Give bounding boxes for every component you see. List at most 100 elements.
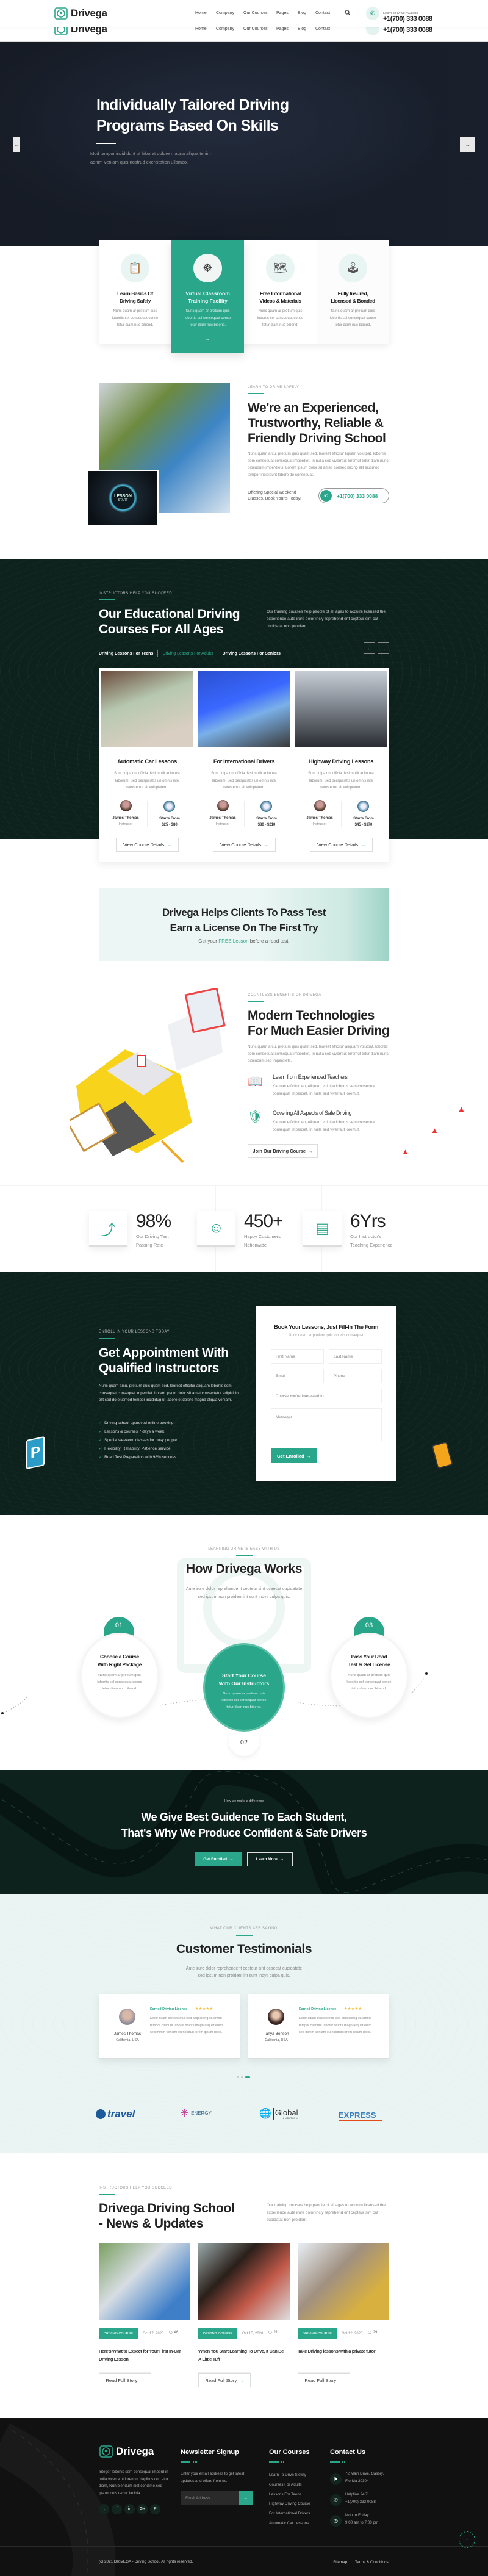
carousel-dot[interactable] (241, 2076, 243, 2078)
newsletter-email-input[interactable]: Email Address... (181, 2491, 239, 2505)
hero-next-arrow-icon[interactable]: → (460, 137, 475, 152)
logo[interactable]: Drivega (54, 7, 107, 20)
carousel-dots (237, 2076, 250, 2078)
arrow-right-icon[interactable]: → (171, 336, 244, 342)
post-category-tag[interactable]: Driving Course (99, 2328, 138, 2339)
price-range: $45 - $170 (354, 823, 373, 827)
phone-input[interactable]: Phone (329, 1369, 382, 1383)
course-image[interactable] (295, 671, 387, 747)
courses-prev-arrow-icon[interactable]: ← (364, 642, 375, 654)
last-name-input[interactable]: Last Name (329, 1349, 382, 1364)
post-title[interactable]: Here's What to Expect for Your First In-… (99, 2347, 184, 2363)
search-icon[interactable] (345, 10, 351, 16)
footer-course-link[interactable]: Courses For Adults (269, 2480, 310, 2490)
tab-seniors[interactable]: Driving Lessons For Seniors (223, 652, 281, 656)
testimonial-location: California, USA (116, 2038, 139, 2042)
post-image[interactable] (198, 2243, 290, 2320)
footer-course-link[interactable]: Automatic Car Lessons (269, 2519, 310, 2528)
nav-company[interactable]: Company (216, 27, 234, 31)
tab-adults[interactable]: Driving Lessons For Adults (162, 652, 213, 656)
message-textarea[interactable]: Massage (271, 1408, 382, 1441)
read-full-story-button[interactable]: Read Full Story → (99, 2373, 151, 2387)
course-title[interactable]: Automatic Car Lessons (101, 758, 193, 765)
feature-text: Nunc quam ar pretium quis lobortis sel c… (257, 309, 304, 327)
post-category-tag[interactable]: Driving Course (198, 2328, 237, 2339)
how-sub: Aute irure dolor reprehenderit cepteur s… (185, 1587, 303, 1591)
view-course-details-button[interactable]: View Course Details → (310, 838, 373, 852)
footer-course-link[interactable]: Highway Driving Course (269, 2499, 310, 2509)
google-plus-icon[interactable]: G+ (137, 2504, 148, 2514)
feature-card[interactable]: 📋 Learn Basics Of Driving Safely Nunc qua… (99, 240, 171, 344)
carousel-dot-active[interactable] (245, 2076, 250, 2078)
post-image[interactable] (99, 2243, 190, 2320)
sticky-logo[interactable]: Drivega (54, 27, 107, 35)
post-title[interactable]: When You Start Learning To Drive, It Can… (198, 2347, 284, 2363)
header-phone[interactable]: +1(700) 333 0088 (383, 15, 432, 23)
get-enrolled-button[interactable]: Get Enrolled → (195, 1852, 242, 1866)
learn-more-button[interactable]: Learn More → (247, 1852, 293, 1866)
courses-next-arrow-icon[interactable]: → (378, 642, 389, 654)
free-lesson-link[interactable]: FREE Lesson (218, 938, 248, 944)
first-name-input[interactable]: First Name (271, 1349, 324, 1364)
footer-course-link[interactable]: Learn To Drive Slowly (269, 2470, 310, 2480)
location-flag-icon: ⚑ (330, 2473, 342, 2485)
offer-text: Classes, Book Your's Today! (248, 496, 301, 501)
terms-link[interactable]: Terms & Conditions (355, 2560, 389, 2564)
divider (236, 1935, 253, 1936)
read-full-story-button[interactable]: Read Full Story → (198, 2373, 251, 2387)
feature-card[interactable]: 🗺 Free Informational Videos & Materials N… (244, 240, 317, 344)
pinterest-icon[interactable]: P (150, 2504, 160, 2514)
stat-label: Our Driving Test (136, 1234, 169, 1239)
nav-company[interactable]: Company (216, 11, 234, 15)
linkedin-icon[interactable]: in (124, 2504, 135, 2514)
nav-home[interactable]: Home (195, 27, 207, 31)
feature-card[interactable]: 🕹 Fully Insured, Licensed & Bonded Nunc q… (317, 240, 389, 344)
email-input[interactable]: Email (271, 1369, 324, 1383)
feature-title: Training Facility (188, 298, 228, 304)
course-title[interactable]: For International Drivers (198, 758, 290, 765)
join-course-button[interactable]: Join Our Driving Course → (248, 1144, 318, 1158)
testimonials-sub: sed ipsum non proident int sunt indys cu… (198, 1974, 290, 1978)
view-course-details-button[interactable]: View Course Details → (213, 838, 276, 852)
step-text: Nunc quam ar pretium quis lobortis sel c… (97, 1674, 142, 1691)
footer-logo[interactable]: Drivega (99, 2445, 154, 2458)
post-title[interactable]: Take Driving lessons with a private tuto… (298, 2347, 383, 2355)
newsletter-submit-arrow-icon[interactable]: → (239, 2491, 253, 2505)
nav-our-courses[interactable]: Our Courses (243, 11, 268, 15)
feature-card-active[interactable]: ☸ Virtual Classroom Training Facility Nun… (171, 240, 244, 353)
nav-contact[interactable]: Contact (315, 11, 330, 15)
arrow-right-icon: → (361, 842, 365, 847)
course-title[interactable]: Highway Driving Lessons (295, 758, 387, 765)
guidance-label: How we make a difference (224, 1799, 264, 1803)
nav-home[interactable]: Home (195, 11, 207, 15)
nav-contact[interactable]: Contact (315, 27, 330, 31)
scroll-top-arrow-icon[interactable]: ↑ (459, 2531, 475, 2548)
view-course-details-button[interactable]: View Course Details → (116, 838, 179, 852)
nav-blog[interactable]: Blog (298, 27, 306, 31)
nav-pages[interactable]: Pages (276, 11, 289, 15)
footer-course-link[interactable]: For International Drivers (269, 2509, 310, 2519)
course-image[interactable] (198, 671, 290, 747)
feature-title: Fully Insured, (337, 290, 368, 297)
sitemap-link[interactable]: Sitemap (333, 2560, 347, 2564)
hero-prev-arrow-icon[interactable]: ← (13, 137, 20, 152)
nav-blog[interactable]: Blog (298, 11, 306, 15)
nav-our-courses[interactable]: Our Courses (243, 27, 268, 31)
facebook-icon[interactable]: f (112, 2504, 122, 2514)
post-category-tag[interactable]: Driving Course (298, 2328, 337, 2339)
footer-course-link[interactable]: Lessons For Teens (269, 2490, 310, 2500)
instructor-name: James Thomas (112, 816, 139, 820)
nav-pages[interactable]: Pages (276, 27, 289, 31)
tab-teens[interactable]: Driving Lessons For Teens (99, 652, 153, 656)
read-full-story-button[interactable]: Read Full Story → (298, 2373, 350, 2387)
get-enrolled-button[interactable]: Get Enrolled → (271, 1448, 317, 1463)
course-input[interactable]: Course You're Interested In (271, 1389, 382, 1403)
newsletter-title: Newsletter Signup (181, 2448, 239, 2456)
about-phone-button[interactable]: ✆ +1(700) 333 0088 (318, 488, 389, 503)
logo-travel: travel (96, 2108, 135, 2120)
carousel-dot[interactable] (237, 2076, 239, 2078)
header-phone[interactable]: +1(700) 333 0088 (383, 27, 432, 34)
post-image[interactable] (298, 2243, 389, 2320)
course-image[interactable] (101, 671, 193, 747)
twitter-icon[interactable]: t (99, 2504, 109, 2514)
